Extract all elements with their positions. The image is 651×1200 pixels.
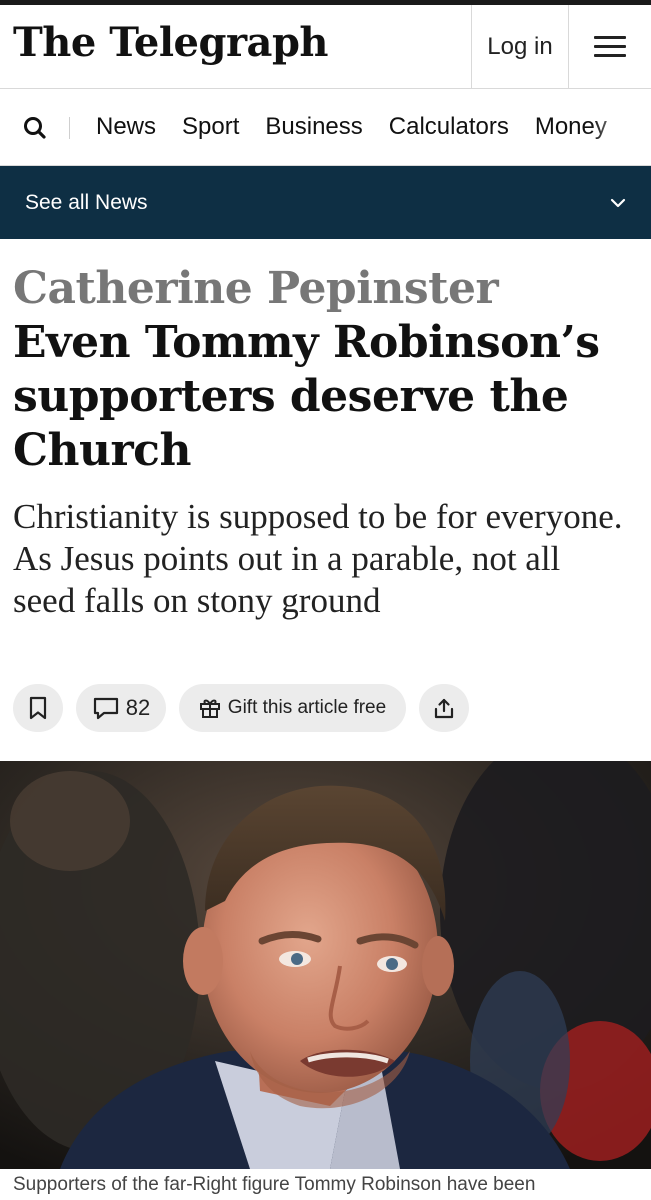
- nav-item-business[interactable]: Business: [265, 113, 362, 141]
- author-name[interactable]: Catherine Pepinster: [13, 262, 633, 316]
- gift-article-label: Gift this article free: [227, 697, 387, 718]
- article-headline: Even Tommy Robinson’s supporters deserve…: [13, 317, 600, 476]
- article-actions: 82 Gift this article free: [13, 683, 469, 733]
- see-all-news-label: See all News: [25, 190, 148, 214]
- article-hero-image: [0, 761, 651, 1169]
- search-button[interactable]: [22, 115, 48, 141]
- gift-article-button[interactable]: Gift this article free: [179, 684, 406, 732]
- nav-items: News Sport Business Calculators Money: [96, 89, 633, 165]
- gift-icon: [199, 699, 220, 718]
- article-standfirst: Christianity is supposed to be for every…: [13, 497, 623, 620]
- bookmark-icon: [29, 696, 47, 720]
- portrait-photo: [0, 761, 651, 1169]
- comments-count: 82: [125, 695, 151, 720]
- comment-icon: [93, 697, 118, 720]
- masthead: The Telegraph Log in: [0, 5, 651, 89]
- nav-item-sport[interactable]: Sport: [182, 113, 239, 141]
- bookmark-button[interactable]: [13, 684, 63, 732]
- nav-divider: [69, 117, 70, 139]
- login-button[interactable]: Log in: [471, 5, 568, 89]
- nav-fade-overlay: [591, 89, 651, 165]
- hamburger-icon: [594, 36, 626, 58]
- chevron-down-icon: [610, 198, 626, 207]
- nav-item-news[interactable]: News: [96, 113, 156, 141]
- article-header: Catherine Pepinster Even Tommy Robinson’…: [13, 262, 633, 478]
- section-nav: News Sport Business Calculators Money: [0, 89, 651, 166]
- image-caption: Supporters of the far-Right figure Tommy…: [13, 1174, 536, 1195]
- see-all-news-bar[interactable]: See all News: [0, 166, 651, 239]
- telegraph-logo[interactable]: The Telegraph: [13, 19, 329, 66]
- menu-button[interactable]: [568, 5, 651, 89]
- comments-button[interactable]: 82: [76, 684, 166, 732]
- search-icon: [24, 117, 46, 139]
- share-icon: [434, 698, 454, 719]
- share-button[interactable]: [419, 684, 469, 732]
- nav-item-calculators[interactable]: Calculators: [389, 113, 509, 141]
